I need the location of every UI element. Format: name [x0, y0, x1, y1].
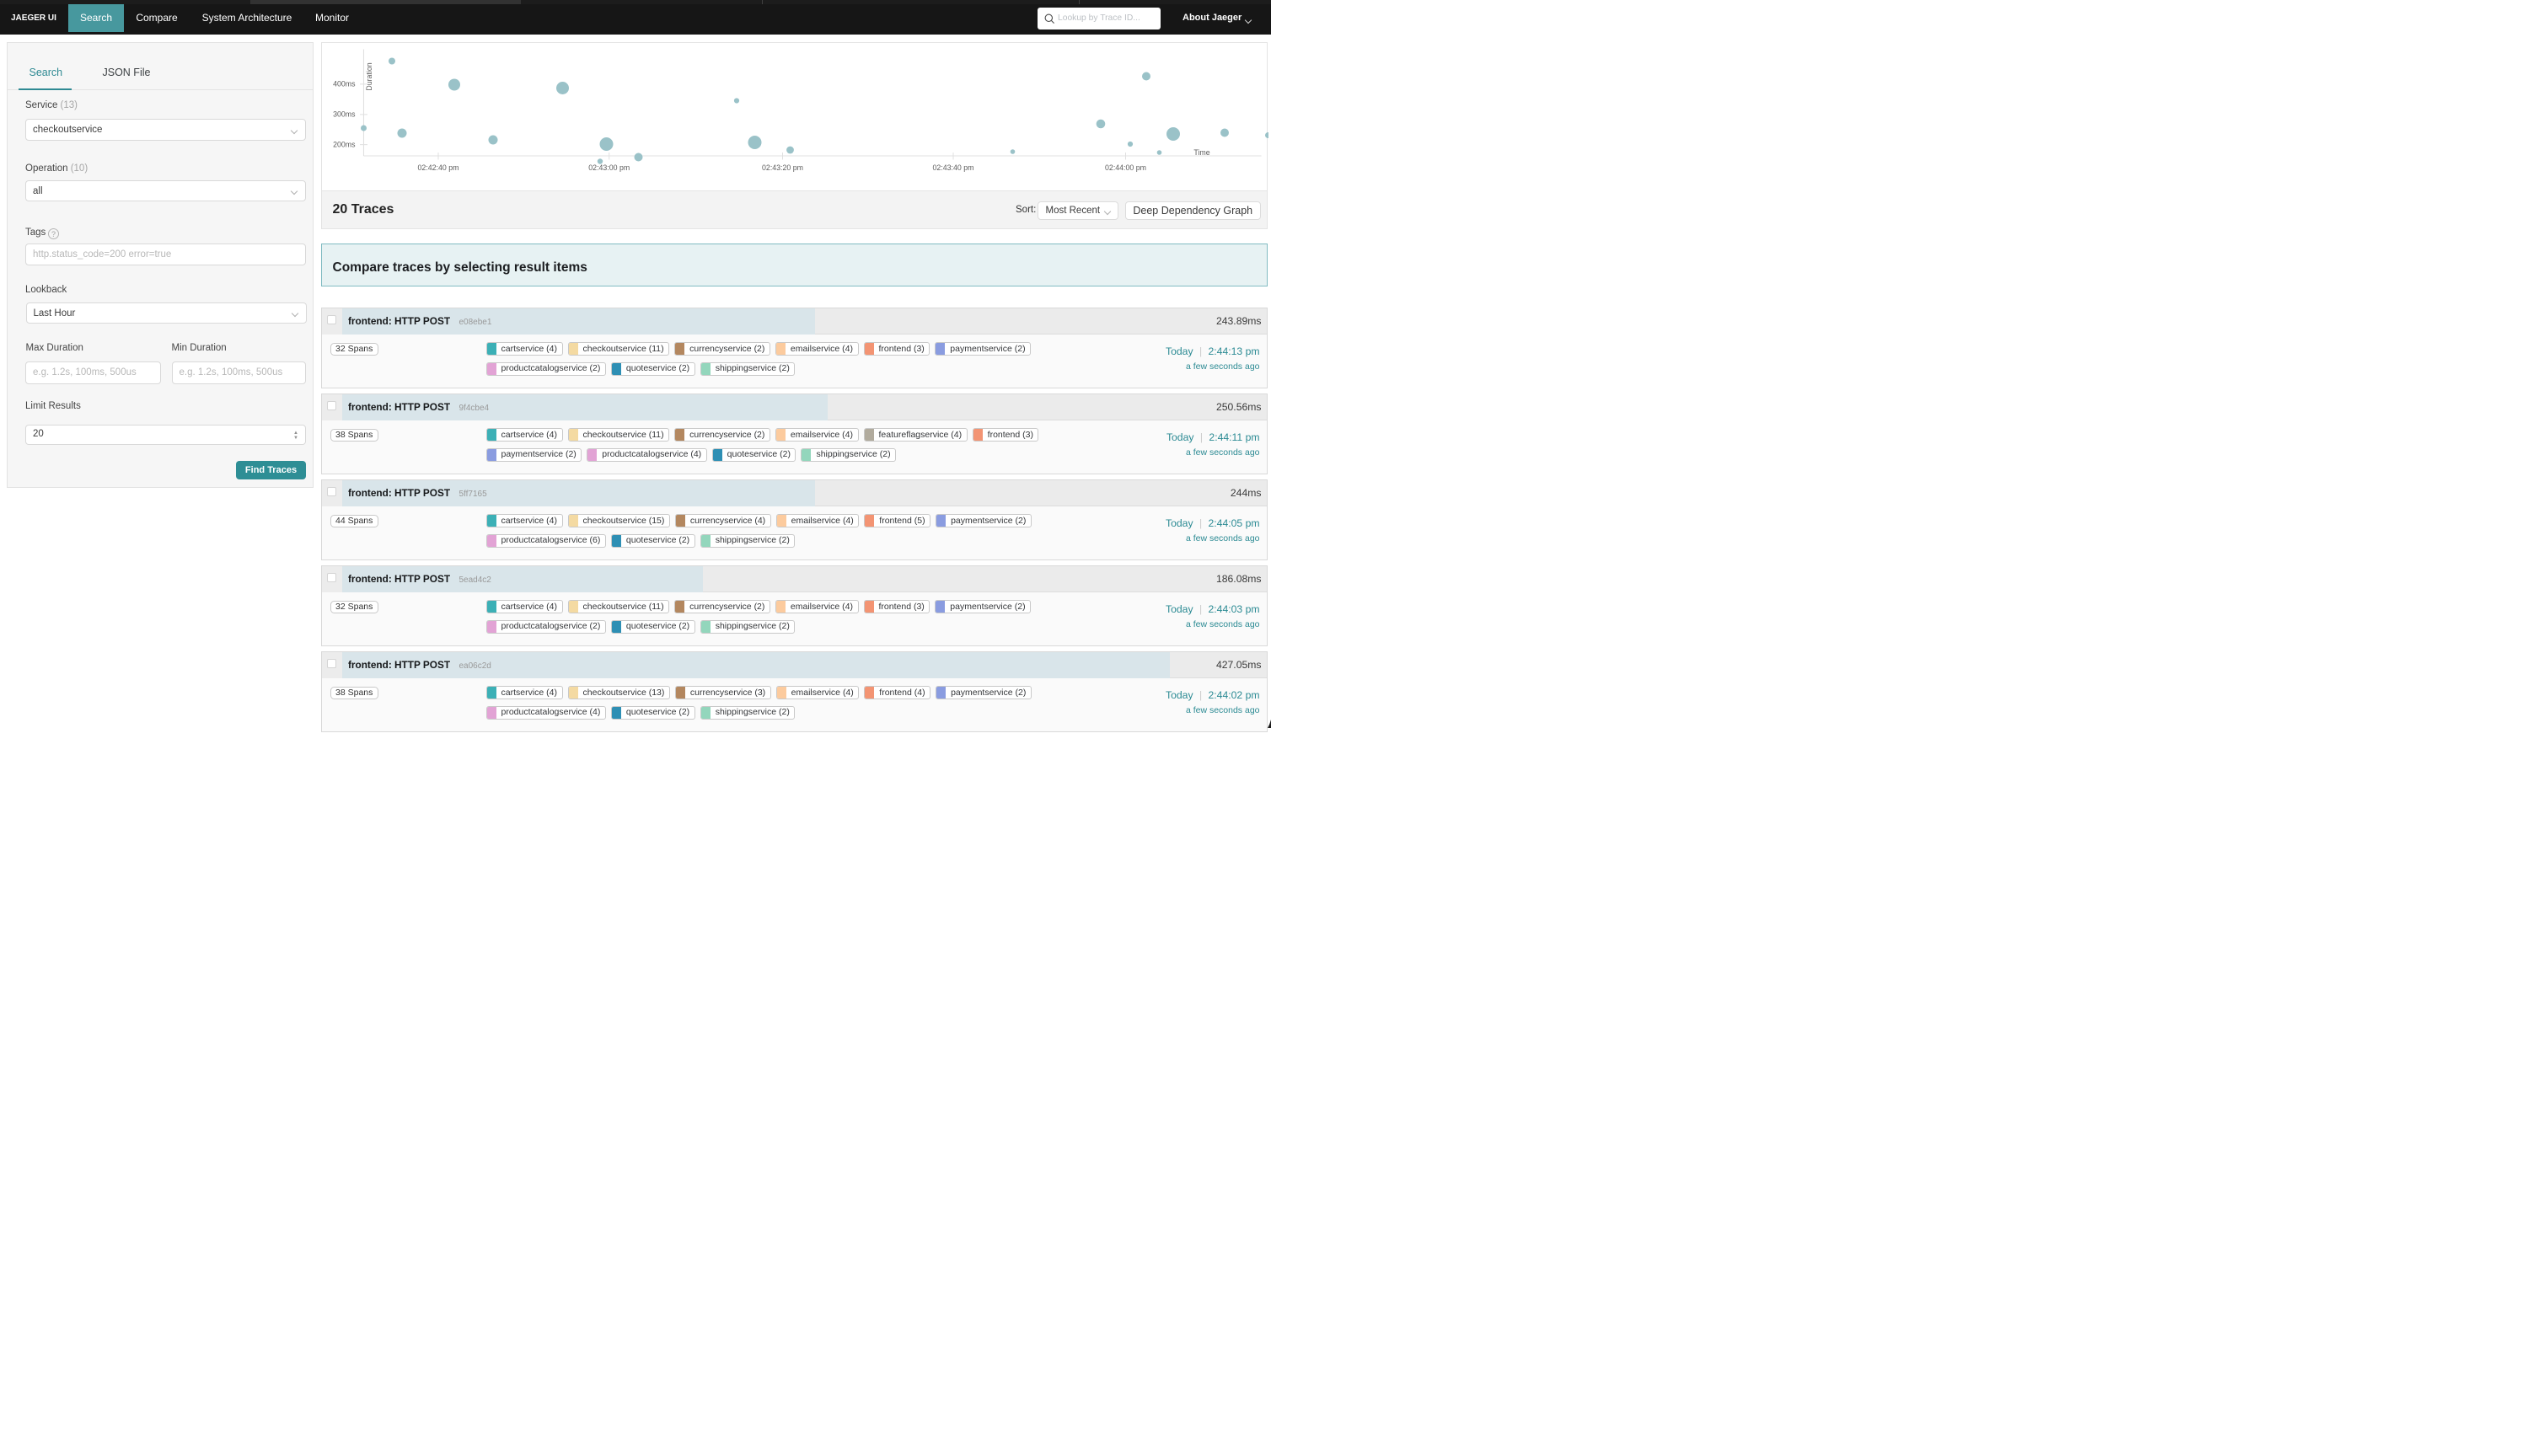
svg-text:02:43:00 pm: 02:43:00 pm — [588, 163, 630, 172]
svg-text:Duration: Duration — [365, 62, 373, 90]
svg-text:400ms: 400ms — [333, 80, 356, 88]
svg-text:02:42:40 pm: 02:42:40 pm — [418, 163, 459, 172]
svg-text:Time: Time — [1193, 148, 1209, 157]
svg-text:02:43:20 pm: 02:43:20 pm — [762, 163, 803, 172]
svg-text:300ms: 300ms — [333, 110, 356, 119]
svg-text:02:44:00 pm: 02:44:00 pm — [1105, 163, 1146, 172]
svg-text:200ms: 200ms — [333, 140, 356, 148]
svg-text:02:43:40 pm: 02:43:40 pm — [933, 163, 974, 172]
